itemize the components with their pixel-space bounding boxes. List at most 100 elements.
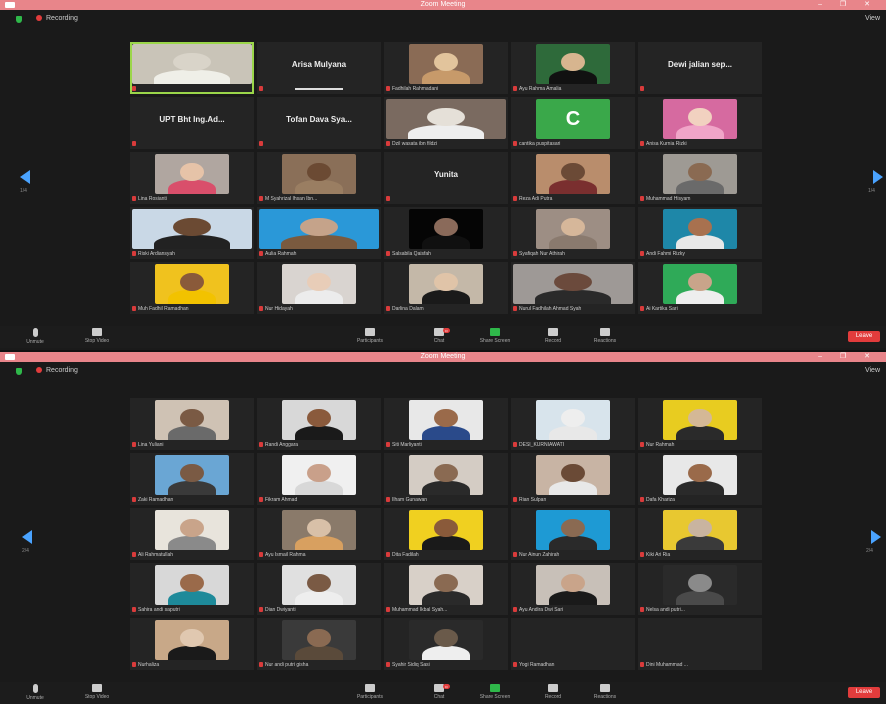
security-shield-icon[interactable] xyxy=(16,368,22,375)
prev-page-arrow-icon[interactable] xyxy=(20,170,30,184)
participant-tile[interactable]: Randi Anggara xyxy=(257,398,381,450)
view-button[interactable]: View xyxy=(865,14,880,24)
participant-tile[interactable]: Yogi Ramadhan xyxy=(511,618,635,670)
participant-tile[interactable]: Anisa Kurnia Rizki xyxy=(638,97,762,149)
participant-tile[interactable]: Nur andi putri gisha xyxy=(257,618,381,670)
leave-button[interactable]: Leave xyxy=(848,331,880,342)
unmute-button[interactable]: Unmute xyxy=(10,684,60,701)
participant-tile[interactable]: M Syahrizal Ihsan Ibn... xyxy=(257,152,381,204)
page-indicator-right: 1/4 xyxy=(868,188,875,194)
participant-tile[interactable]: Sahira andi saputri xyxy=(130,563,254,615)
participants-button[interactable]: Participants xyxy=(345,684,395,700)
participant-tile[interactable]: Dewi jalian sep... xyxy=(638,42,762,94)
participant-tile[interactable]: Lina Rosianti xyxy=(130,152,254,204)
participant-tile[interactable]: Siti Marliyanti xyxy=(384,398,508,450)
participant-tile[interactable]: Zaki Ramadhan xyxy=(130,453,254,505)
meeting-topbar: Recording View xyxy=(0,10,886,28)
share-screen-button[interactable]: Share Screen xyxy=(470,328,520,344)
participant-tile[interactable]: Ayu Andira Dwi Sari xyxy=(511,563,635,615)
participant-tile[interactable]: Nur Ainun Zahirah xyxy=(511,508,635,560)
participant-tile[interactable]: Nur Hidayah xyxy=(257,262,381,314)
window-controls[interactable]: – ❐ ✕ xyxy=(818,352,878,362)
participant-tile[interactable]: Reza Adi Putra xyxy=(511,152,635,204)
participant-video xyxy=(281,565,357,605)
record-button[interactable]: Record xyxy=(528,328,578,344)
stop-video-button[interactable]: Stop Video xyxy=(72,684,122,700)
record-button[interactable]: Record xyxy=(528,684,578,700)
participant-tile[interactable]: Nurhaliza xyxy=(130,618,254,670)
muted-mic-icon xyxy=(386,552,390,557)
participant-tile[interactable]: Arisa Mulyana xyxy=(257,42,381,94)
chat-button[interactable]: •• Chat xyxy=(414,328,464,344)
participant-name: UPT Bht Ing.Ad... xyxy=(159,115,225,124)
participant-label: Kiki Ari Ria xyxy=(640,552,760,559)
stop-video-button[interactable]: Stop Video xyxy=(72,328,122,344)
participant-tile[interactable]: Dafa Khariza xyxy=(638,453,762,505)
person-head xyxy=(180,162,204,182)
participant-tile[interactable]: Ccantika puspitasari xyxy=(511,97,635,149)
participant-tile[interactable]: Muhammad Hisyam xyxy=(638,152,762,204)
participant-tile[interactable]: Ai Kartika Sari xyxy=(638,262,762,314)
view-button[interactable]: View xyxy=(865,366,880,376)
recording-label: Recording xyxy=(46,15,78,22)
participant-tile[interactable]: Muhammad Ikbal Syah... xyxy=(384,563,508,615)
participant-tile[interactable]: Syafiqah Nur Athirah xyxy=(511,207,635,259)
participant-tile[interactable]: Kiki Ari Ria xyxy=(638,508,762,560)
person-body xyxy=(534,289,612,304)
participant-tile[interactable]: DESI_KURNIAWATI xyxy=(511,398,635,450)
person-body xyxy=(168,480,216,495)
participant-tile[interactable]: Salsabila Qaisfah xyxy=(384,207,508,259)
participant-tile[interactable]: Dian Dwiyanti xyxy=(257,563,381,615)
reactions-icon xyxy=(600,684,610,692)
participant-tile[interactable]: Ilham Gunawan xyxy=(384,453,508,505)
participant-label: M Syahrizal Ihsan Ibn... xyxy=(259,196,379,203)
security-shield-icon[interactable] xyxy=(16,16,22,23)
participant-tile[interactable]: Ayu Rahma Amalia xyxy=(511,42,635,94)
next-page-arrow-icon[interactable] xyxy=(871,530,881,544)
participant-name: Andi Fahmi Rizky xyxy=(646,251,685,257)
prev-page-arrow-icon[interactable] xyxy=(22,530,32,544)
recording-indicator[interactable]: Recording xyxy=(36,366,78,376)
recording-indicator[interactable]: Recording xyxy=(36,14,78,24)
person-body xyxy=(295,590,343,605)
participant-tile[interactable]: Dita Fadilah xyxy=(384,508,508,560)
participant-tile[interactable]: Muh Fadhil Ramadhan xyxy=(130,262,254,314)
person-head xyxy=(180,518,204,538)
participant-tile[interactable]: UPT Bht Ing.Ad... xyxy=(130,97,254,149)
participant-tile[interactable]: Dini Muhammad ... xyxy=(638,618,762,670)
participant-tile[interactable]: Fadhilah Rahmadani xyxy=(384,42,508,94)
share-screen-button[interactable]: Share Screen xyxy=(470,684,520,700)
participant-tile[interactable]: Ayu Ismail Rahma xyxy=(257,508,381,560)
participant-tile[interactable]: Darlina Dalam xyxy=(384,262,508,314)
unmute-button[interactable]: Unmute xyxy=(10,328,60,345)
participant-tile[interactable]: Yunita xyxy=(384,152,508,204)
window-controls[interactable]: – ❐ ✕ xyxy=(818,0,878,10)
participant-tile[interactable]: Rian Sulpan xyxy=(511,453,635,505)
participant-tile[interactable]: Tofan Dava Sya... xyxy=(257,97,381,149)
chat-button[interactable]: •• Chat xyxy=(414,684,464,700)
participant-tile[interactable]: Riski Ardiansyah xyxy=(130,207,254,259)
participant-tile[interactable]: Ali Rahmatullah xyxy=(130,508,254,560)
participant-tile[interactable]: Aulia Rahmah xyxy=(257,207,381,259)
participant-tile[interactable]: Nurul Fadhilah Ahmad Syah xyxy=(511,262,635,314)
reactions-button[interactable]: Reactions xyxy=(580,328,630,344)
person-head xyxy=(307,573,331,593)
participant-tile[interactable]: Andi Fahmi Rizky xyxy=(638,207,762,259)
participant-tile[interactable] xyxy=(130,42,254,94)
participants-button[interactable]: Participants xyxy=(345,328,395,344)
participant-tile[interactable]: Nur Rahmah xyxy=(638,398,762,450)
muted-mic-icon xyxy=(259,552,263,557)
participant-label: DESI_KURNIAWATI xyxy=(513,442,633,449)
participant-tile[interactable]: Lina Yuliani xyxy=(130,398,254,450)
participant-tile[interactable]: Dzil wasata ibn fildzi xyxy=(384,97,508,149)
next-page-arrow-icon[interactable] xyxy=(873,170,883,184)
participant-tile[interactable]: Fikram Ahmad xyxy=(257,453,381,505)
participant-tile[interactable]: Nelsa andi putri... xyxy=(638,563,762,615)
muted-mic-icon xyxy=(259,141,263,146)
person-body xyxy=(295,179,343,194)
reactions-button[interactable]: Reactions xyxy=(580,684,630,700)
muted-mic-icon xyxy=(132,552,136,557)
leave-button[interactable]: Leave xyxy=(848,687,880,698)
participant-tile[interactable]: Syahir Sidiq Sasi xyxy=(384,618,508,670)
participant-label: cantika puspitasari xyxy=(513,141,633,148)
